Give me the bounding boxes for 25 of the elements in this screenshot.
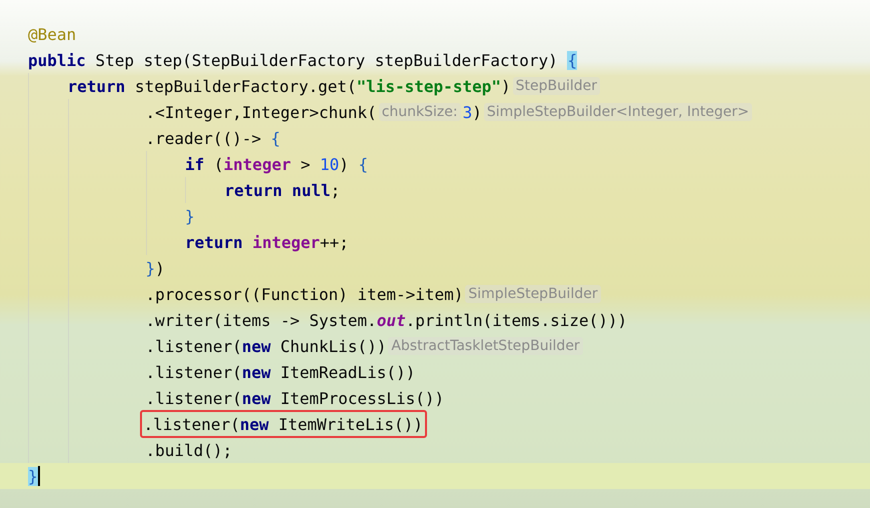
- code-text: }): [146, 258, 165, 278]
- code-text: .reader(()-> {: [146, 128, 280, 148]
- code-text: }: [28, 466, 38, 486]
- code-text: .listener(new ItemProcessLis()): [146, 388, 444, 408]
- inlay-hint: SimpleStepBuilder<Integer, Integer>: [484, 103, 752, 121]
- code-text: @Bean: [28, 24, 76, 44]
- code-text: 3): [462, 102, 482, 122]
- code-text: .listener(new ItemReadLis()): [146, 362, 416, 382]
- inlay-hint: AbstractTaskletStepBuilder: [388, 337, 583, 355]
- inlay-hint: StepBuilder: [512, 77, 600, 95]
- code-text: .processor((Function) item->item): [146, 284, 464, 304]
- code-text: if (integer > 10) {: [185, 154, 368, 174]
- code-text: return stepBuilderFactory.get("lis-step-step"): [68, 76, 511, 96]
- code-text: .listener(new ChunkLis()): [146, 336, 386, 356]
- code-text: }: [185, 206, 195, 226]
- code-text: return null;: [224, 180, 340, 200]
- code-text: .build();: [146, 440, 232, 460]
- code-text: public Step step(StepBuilderFactory stepBuilderFactory) {: [28, 50, 578, 70]
- inlay-hint: SimpleStepBuilder: [465, 285, 601, 303]
- inlay-hint: chunkSize:: [378, 103, 461, 121]
- code-text: return integer++;: [185, 232, 349, 252]
- code-text: .writer(items -> System.out.println(items.size())): [146, 310, 628, 330]
- code-text: .<Integer,Integer>chunk(: [146, 102, 377, 122]
- code-text: .listener(new ItemWriteLis()): [144, 414, 423, 434]
- text-cursor: [38, 466, 40, 486]
